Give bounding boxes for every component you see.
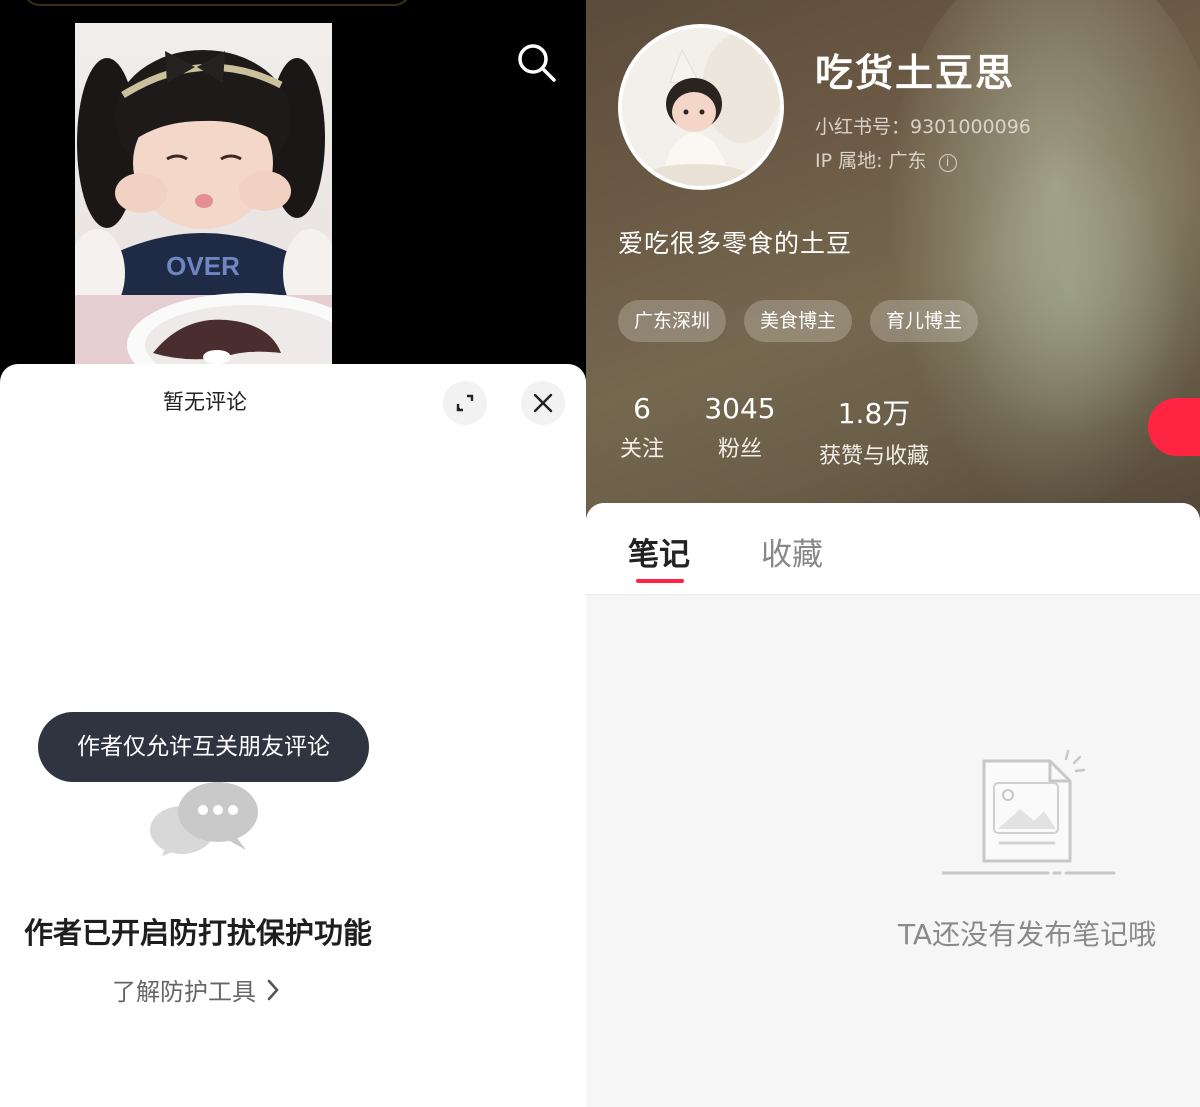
avatar-image	[622, 28, 780, 186]
ip-location-text: IP 属地: 广东	[815, 150, 927, 172]
stat-followers-label: 粉丝	[717, 437, 762, 462]
close-icon	[533, 393, 553, 413]
comment-sheet: 暂无评论 作者仅允许互关朋友评论 作者已开启防打扰保护功能 了解防护工具	[0, 364, 586, 1107]
stat-followers-value: 3045	[704, 392, 776, 425]
search-icon	[518, 44, 556, 82]
stat-likes-value: 1.8万	[837, 397, 911, 430]
profile-header: 吃货土豆思 小红书号：9301000096 IP 属地: 广东 i 爱吃很多零食的…	[586, 0, 1200, 520]
stat-following-value: 6	[633, 392, 651, 425]
profile-tabbar: 笔记 收藏	[586, 503, 1200, 595]
active-tab-indicator	[636, 579, 684, 583]
profile-bio: 爱吃很多零食的土豆	[618, 229, 853, 258]
hero-background-glow	[956, 140, 1186, 440]
empty-state-text: TA还没有发布笔记哦	[898, 918, 1157, 951]
chat-bubbles-icon	[150, 782, 258, 856]
info-icon[interactable]: i	[938, 154, 957, 172]
stat-followers[interactable]: 3045 粉丝	[699, 392, 781, 463]
video-comment-panel: OVER 暂无评论 作者仅允许互关朋友评论 作者已开启防打扰保护功能 了解防护工…	[0, 0, 586, 1107]
avatar[interactable]	[618, 24, 784, 190]
tag-parenting-blogger: 育儿博主	[870, 300, 979, 342]
tab-notes[interactable]: 笔记	[628, 529, 690, 574]
comment-sheet-title: 暂无评论	[163, 390, 247, 414]
stat-likes-label: 获赞与收藏	[818, 444, 929, 469]
expand-icon	[456, 394, 474, 412]
top-status-pill	[22, 0, 412, 6]
protection-title: 作者已开启防打扰保护功能	[24, 916, 373, 950]
search-button[interactable]	[512, 38, 560, 86]
child-eating-photo: OVER	[75, 50, 332, 383]
stat-following-label: 关注	[619, 437, 664, 462]
stat-following[interactable]: 6 关注	[616, 392, 668, 463]
tag-location: 广东深圳	[618, 300, 727, 342]
chevron-right-icon	[266, 978, 280, 1008]
tab-collections[interactable]: 收藏	[761, 529, 823, 574]
learn-protection-label: 了解防护工具	[112, 978, 256, 1006]
learn-protection-link[interactable]: 了解防护工具	[112, 972, 280, 1008]
close-button[interactable]	[521, 381, 565, 425]
profile-redid[interactable]: 小红书号：9301000096	[815, 112, 1031, 139]
stat-likes-collects[interactable]: 1.8万 获赞与收藏	[812, 392, 936, 470]
profile-tags: 广东深圳 美食博主 育儿博主	[618, 300, 979, 342]
profile-content: 笔记 收藏 TA还没有发布笔记哦	[586, 503, 1200, 1107]
tag-food-blogger: 美食博主	[744, 300, 853, 342]
expand-button[interactable]	[443, 381, 487, 425]
follow-button[interactable]	[1148, 398, 1200, 456]
profile-panel: 吃货土豆思 小红书号：9301000096 IP 属地: 广东 i 爱吃很多零食的…	[586, 0, 1200, 1107]
empty-note-image-icon	[942, 749, 1116, 875]
comment-restriction-tooltip: 作者仅允许互关朋友评论	[38, 712, 369, 782]
ip-location: IP 属地: 广东 i	[815, 146, 957, 173]
video-frame[interactable]: OVER	[75, 23, 332, 383]
svg-text:OVER: OVER	[166, 251, 240, 281]
profile-nickname: 吃货土豆思	[815, 51, 1016, 95]
